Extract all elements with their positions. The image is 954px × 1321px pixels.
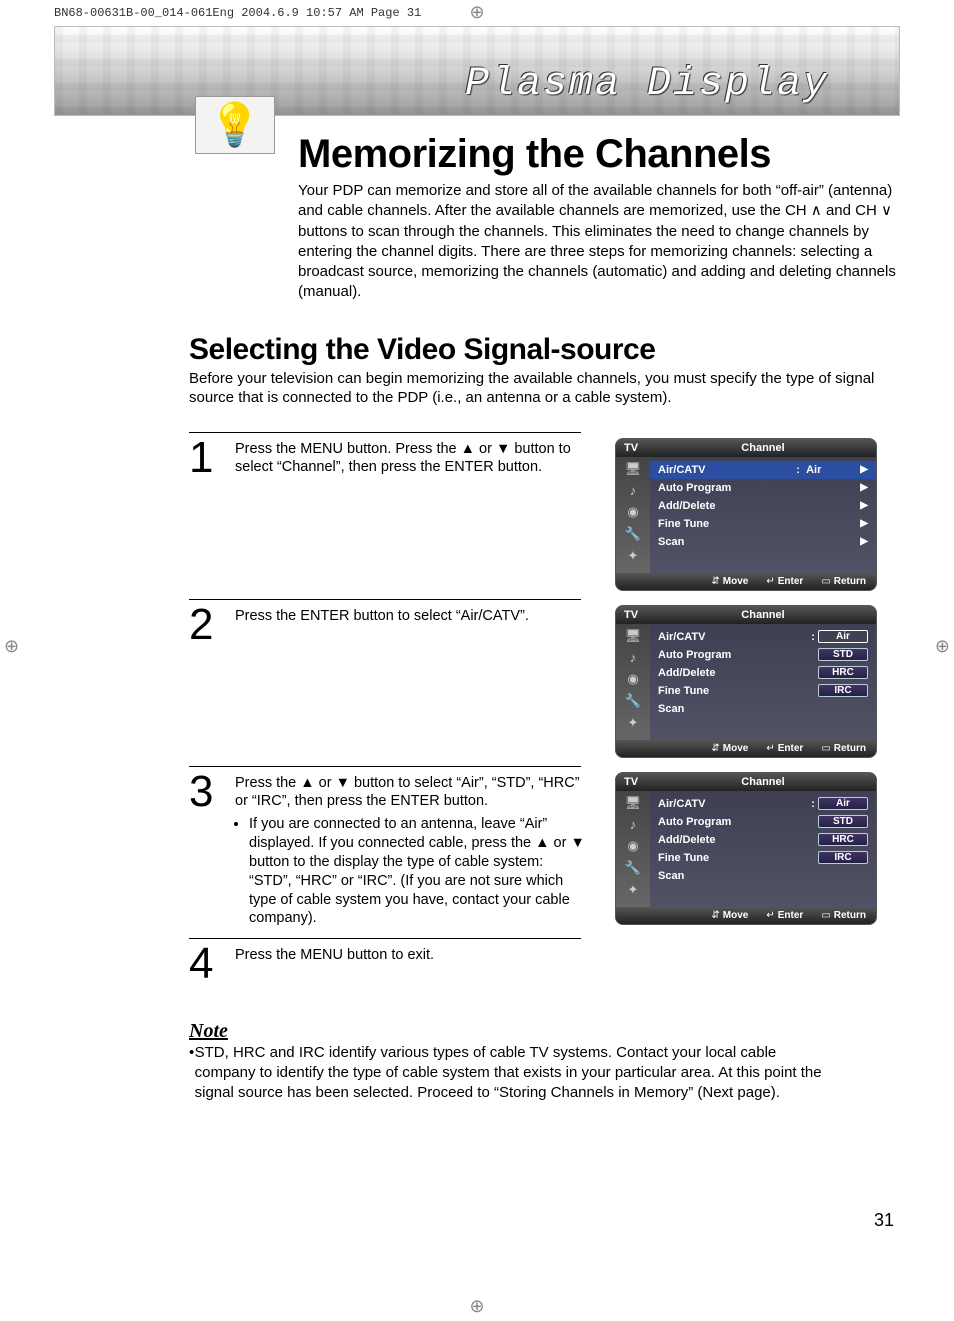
osd-foot-move: Move xyxy=(711,576,748,587)
step-number: 2 xyxy=(189,605,235,645)
section-heading: Selecting the Video Signal-source xyxy=(189,333,900,367)
step-4: 4 Press the MENU button to exit. xyxy=(189,938,900,992)
picture-icon: 🖥 xyxy=(625,795,642,811)
step-bullet: If you are connected to an antenna, leav… xyxy=(249,815,585,928)
osd-foot-return: Return xyxy=(821,576,866,587)
osd-option-air: Air xyxy=(818,797,868,810)
tools-icon: 🔧 xyxy=(625,693,641,709)
intro-text: Your PDP can memorize and store all of t… xyxy=(298,181,900,303)
osd-item-aircatv: Air/CATV : Air xyxy=(658,795,868,813)
osd-title: Channel xyxy=(658,442,868,454)
osd-item-aircatv: Air/CATV : Air ▶ xyxy=(650,461,876,479)
osd-menu-1: TV Channel 🖥 ♪ ◉ 🔧 ✦ Air xyxy=(615,438,877,591)
channel-icon: ◉ xyxy=(627,838,638,854)
osd-option-irc: IRC xyxy=(818,851,868,864)
page-title: Memorizing the Channels xyxy=(298,132,900,177)
osd-option-std: STD xyxy=(818,815,868,828)
sound-icon: ♪ xyxy=(630,483,637,498)
osd-item-autoprogram: Auto Program STD xyxy=(658,646,868,664)
osd-item-finetune: Fine Tune IRC xyxy=(658,682,868,700)
step-text: Press the MENU button to exit. xyxy=(235,944,585,965)
sound-icon: ♪ xyxy=(630,650,637,665)
setup-icon: ✦ xyxy=(628,548,639,564)
picture-icon: 🖥 xyxy=(625,461,642,477)
banner-title: Plasma Display xyxy=(465,62,829,107)
osd-menu-3: TV Channel 🖥 ♪ ◉ 🔧 ✦ Air xyxy=(615,772,877,925)
note-heading: Note xyxy=(189,1020,829,1043)
channel-icon: ◉ xyxy=(627,504,638,520)
osd-item-finetune: Fine Tune▶ xyxy=(658,515,868,533)
osd-item-autoprogram: Auto Program▶ xyxy=(658,479,868,497)
osd-option-air: Air xyxy=(818,630,868,643)
setup-icon: ✦ xyxy=(628,715,639,731)
step-number: 1 xyxy=(189,438,235,478)
step-2: 2 Press the ENTER button to select “Air/… xyxy=(189,599,900,766)
step-1: 1 Press the MENU button. Press the ▲ or … xyxy=(189,432,900,599)
osd-option-hrc: HRC xyxy=(818,666,868,679)
osd-item-scan: Scan xyxy=(658,867,868,885)
osd-item-scan: Scan xyxy=(658,700,868,718)
osd-tv-label: TV xyxy=(624,442,658,454)
osd-footer: Move Enter Return xyxy=(616,573,876,590)
tools-icon: 🔧 xyxy=(625,860,641,876)
channel-icon: ◉ xyxy=(627,671,638,687)
sound-icon: ♪ xyxy=(630,817,637,832)
section-intro: Before your television can begin memoriz… xyxy=(189,369,900,408)
osd-menu-2: TV Channel 🖥 ♪ ◉ 🔧 ✦ Air xyxy=(615,605,877,758)
steps: 1 Press the MENU button. Press the ▲ or … xyxy=(189,432,900,992)
note-text: STD, HRC and IRC identify various types … xyxy=(195,1043,829,1104)
chevron-right-icon: ▶ xyxy=(860,464,868,475)
osd-item-finetune: Fine Tune IRC xyxy=(658,849,868,867)
osd-item-scan: Scan▶ xyxy=(658,533,868,551)
page-content: Plasma Display 💡 Memorizing the Channels… xyxy=(0,0,954,1104)
manual-page: BN68-00631B-00_014-061Eng 2004.6.9 10:57… xyxy=(0,0,954,1321)
osd-item-adddelete: Add/Delete▶ xyxy=(658,497,868,515)
osd-item-autoprogram: Auto Program STD xyxy=(658,813,868,831)
picture-icon: 🖥 xyxy=(625,628,642,644)
osd-option-hrc: HRC xyxy=(818,833,868,846)
note-block: Note • STD, HRC and IRC identify various… xyxy=(189,1020,829,1104)
cropmark-bottom: ⊕ xyxy=(469,1296,484,1317)
step-text: Press the ▲ or ▼ button to select “Air”,… xyxy=(235,772,585,931)
osd-item-adddelete: Add/Delete HRC xyxy=(658,664,868,682)
step-text: Press the MENU button. Press the ▲ or ▼ … xyxy=(235,438,585,478)
page-number: 31 xyxy=(874,1210,894,1231)
osd-option-irc: IRC xyxy=(818,684,868,697)
tools-icon: 🔧 xyxy=(625,526,641,542)
osd-foot-enter: Enter xyxy=(766,576,803,587)
osd-item-adddelete: Add/Delete HRC xyxy=(658,831,868,849)
header-banner: Plasma Display xyxy=(54,26,900,116)
step-text: Press the ENTER button to select “Air/CA… xyxy=(235,605,585,626)
osd-sidebar-icons: 🖥 ♪ ◉ 🔧 ✦ xyxy=(616,457,650,573)
step-number: 3 xyxy=(189,772,235,812)
setup-icon: ✦ xyxy=(628,882,639,898)
bulb-icon: 💡 xyxy=(195,96,275,154)
osd-item-aircatv: Air/CATV : Air xyxy=(658,628,868,646)
osd-option-std: STD xyxy=(818,648,868,661)
step-number: 4 xyxy=(189,944,235,984)
step-3: 3 Press the ▲ or ▼ button to select “Air… xyxy=(189,766,900,939)
